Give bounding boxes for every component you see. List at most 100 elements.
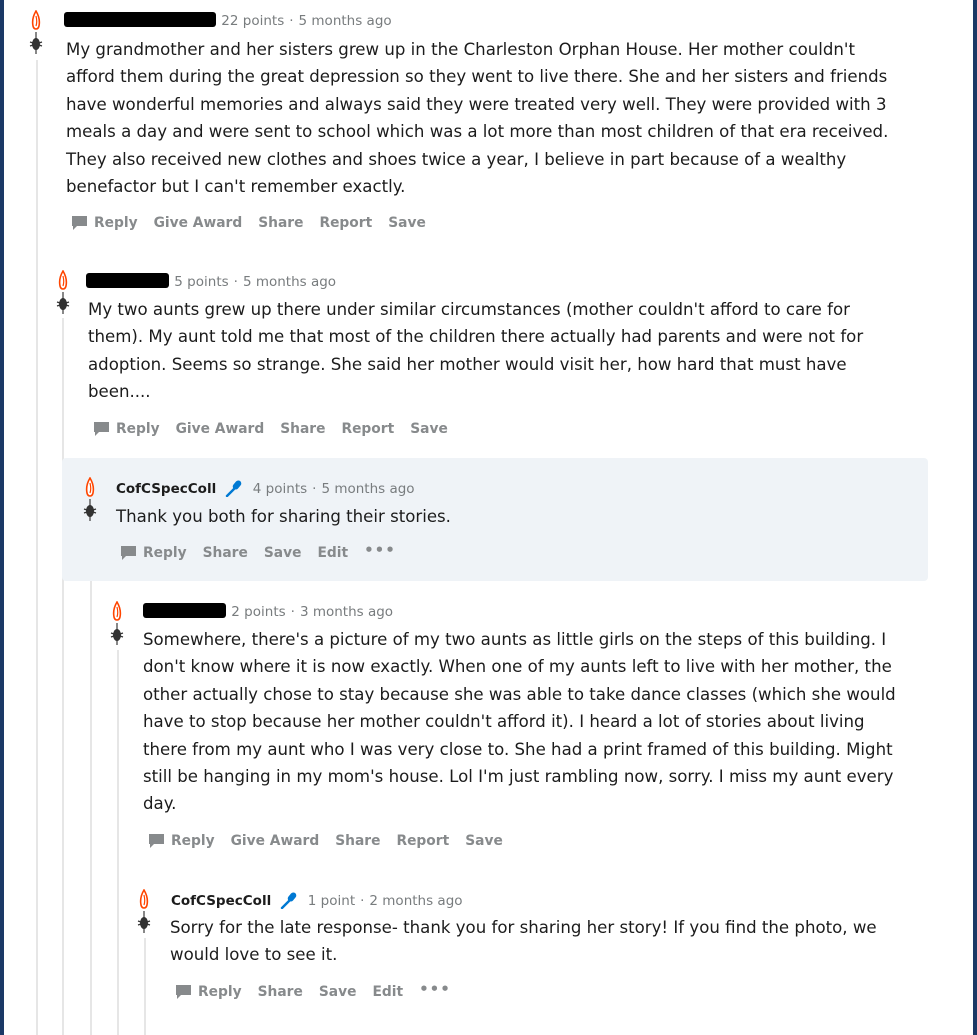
comment-body: Somewhere, there's a picture of my two a…: [143, 626, 896, 818]
edit-button[interactable]: Edit: [317, 545, 348, 561]
separator-dot: ·: [233, 274, 238, 290]
thread-line[interactable]: [90, 526, 92, 1035]
comment-time[interactable]: 5 months ago: [299, 13, 392, 29]
comment-actions: Reply Give Award Share Report Save: [93, 421, 464, 437]
comment-line: Somewhere, there's a picture of my two a…: [143, 630, 887, 649]
reply-icon: [94, 422, 109, 436]
comment-line: meals a day and were sent to school whic…: [66, 122, 889, 142]
edit-button[interactable]: Edit: [372, 984, 403, 1000]
comment-points: 2 points: [231, 604, 286, 620]
vote-arrows-icon[interactable]: [137, 889, 151, 933]
comment-actions: Reply Share Save Edit •••: [120, 541, 412, 561]
comment-time[interactable]: 3 months ago: [300, 604, 393, 620]
microphone-icon: [280, 892, 296, 909]
reply-label: Reply: [94, 215, 138, 231]
comment-thread: 22 points · 5 months ago My grandmother an…: [4, 0, 973, 1035]
comment-line: They also received new clothes and shoes…: [66, 149, 847, 169]
comment-meta: 2 points · 3 months ago: [143, 603, 393, 620]
save-button[interactable]: Save: [410, 421, 448, 437]
more-options-button[interactable]: •••: [419, 980, 451, 998]
comment-line: still be hanging in my mom's house. Lol …: [143, 766, 894, 786]
comment-line: benefactor but I can't remember exactly.: [66, 176, 406, 196]
reply-button[interactable]: Reply: [71, 215, 138, 231]
comment-line: would love to see it.: [170, 945, 338, 965]
separator-dot: ·: [289, 13, 294, 29]
reply-button[interactable]: Reply: [93, 421, 160, 437]
save-button[interactable]: Save: [388, 215, 426, 231]
reply-label: Reply: [198, 984, 242, 1000]
save-button[interactable]: Save: [264, 545, 302, 561]
give-award-button[interactable]: Give Award: [176, 421, 265, 437]
comment-line: been....: [88, 382, 151, 402]
share-button[interactable]: Share: [280, 421, 325, 437]
give-award-button[interactable]: Give Award: [154, 215, 243, 231]
comment-time[interactable]: 5 months ago: [243, 274, 336, 290]
thread-line[interactable]: [117, 650, 119, 1035]
comment-actions: Reply Give Award Share Report Save: [148, 833, 519, 849]
redacted-username: [143, 603, 226, 618]
comment-line: My two aunts grew up there under similar…: [88, 300, 850, 319]
reply-button[interactable]: Reply: [175, 984, 242, 1000]
reply-button[interactable]: Reply: [148, 833, 215, 849]
comment-time[interactable]: 5 months ago: [321, 481, 414, 497]
comment-line: adoption. Seems so strange. She said her…: [88, 354, 847, 374]
comment-line: other actually chose to stay because she…: [143, 684, 896, 704]
comment-body: My grandmother and her sisters grew up i…: [66, 36, 888, 200]
vote-arrows-icon[interactable]: [29, 10, 43, 54]
vote-arrows-icon[interactable]: [110, 601, 124, 645]
comment-username[interactable]: CofCSpecColl: [171, 893, 271, 909]
thread-line[interactable]: [62, 318, 64, 1035]
more-options-button[interactable]: •••: [364, 541, 396, 559]
comment-points: 4 points: [252, 481, 308, 497]
comment-line: don't know where it is now exactly. When…: [143, 657, 892, 677]
separator-dot: ·: [312, 481, 317, 497]
thread-line[interactable]: [36, 60, 38, 1035]
redacted-username: [86, 273, 169, 288]
comment-meta: 22 points · 5 months ago: [64, 12, 392, 29]
microphone-icon: [225, 480, 241, 497]
report-button[interactable]: Report: [341, 421, 394, 437]
report-button[interactable]: Report: [319, 215, 372, 231]
give-award-button[interactable]: Give Award: [231, 833, 320, 849]
comment-actions: Reply Give Award Share Report Save: [71, 215, 442, 231]
save-button[interactable]: Save: [319, 984, 357, 1000]
reply-label: Reply: [116, 421, 160, 437]
comment-line: My grandmother and her sisters grew up i…: [66, 40, 855, 59]
comment-line: have to stop because her mother couldn't…: [143, 712, 865, 732]
comment-line: have wonderful memories and always said …: [66, 94, 887, 114]
vote-arrows-icon[interactable]: [56, 270, 70, 314]
comment-time[interactable]: 2 months ago: [369, 893, 462, 909]
comment-line: Sorry for the late response- thank you f…: [170, 918, 877, 937]
reply-icon: [72, 216, 87, 230]
thread-line[interactable]: [144, 938, 146, 1035]
separator-dot: ·: [290, 604, 295, 620]
comment-line: there from my aunt who I was very close …: [143, 739, 893, 759]
comment-username[interactable]: CofCSpecColl: [116, 481, 216, 497]
vote-arrows-icon[interactable]: [83, 477, 97, 521]
reply-icon: [176, 985, 191, 999]
comment-body: Thank you both for sharing their stories…: [116, 503, 451, 530]
share-button[interactable]: Share: [203, 545, 248, 561]
comment-body: Sorry for the late response- thank you f…: [170, 914, 877, 969]
reply-label: Reply: [171, 833, 215, 849]
reply-icon: [121, 546, 136, 560]
comment-actions: Reply Share Save Edit •••: [175, 980, 467, 1000]
comment-meta: CofCSpecColl 1 point · 2 months ago: [171, 891, 463, 909]
comment-points: 1 point: [307, 893, 356, 909]
comment-line: them). My aunt told me that most of the …: [88, 327, 864, 347]
reply-label: Reply: [143, 545, 187, 561]
save-button[interactable]: Save: [465, 833, 503, 849]
comment-meta: 5 points · 5 months ago: [86, 273, 336, 290]
reply-button[interactable]: Reply: [120, 545, 187, 561]
separator-dot: ·: [360, 893, 365, 909]
comment-line: afford them during the great depression …: [66, 67, 888, 87]
report-button[interactable]: Report: [396, 833, 449, 849]
share-button[interactable]: Share: [258, 215, 303, 231]
share-button[interactable]: Share: [258, 984, 303, 1000]
comment-points: 22 points: [221, 13, 285, 29]
share-button[interactable]: Share: [335, 833, 380, 849]
comment-points: 5 points: [174, 274, 229, 290]
redacted-username: [64, 12, 216, 27]
comment-meta: CofCSpecColl 4 points · 5 months ago: [116, 479, 415, 497]
comment-body: My two aunts grew up there under similar…: [88, 296, 863, 406]
